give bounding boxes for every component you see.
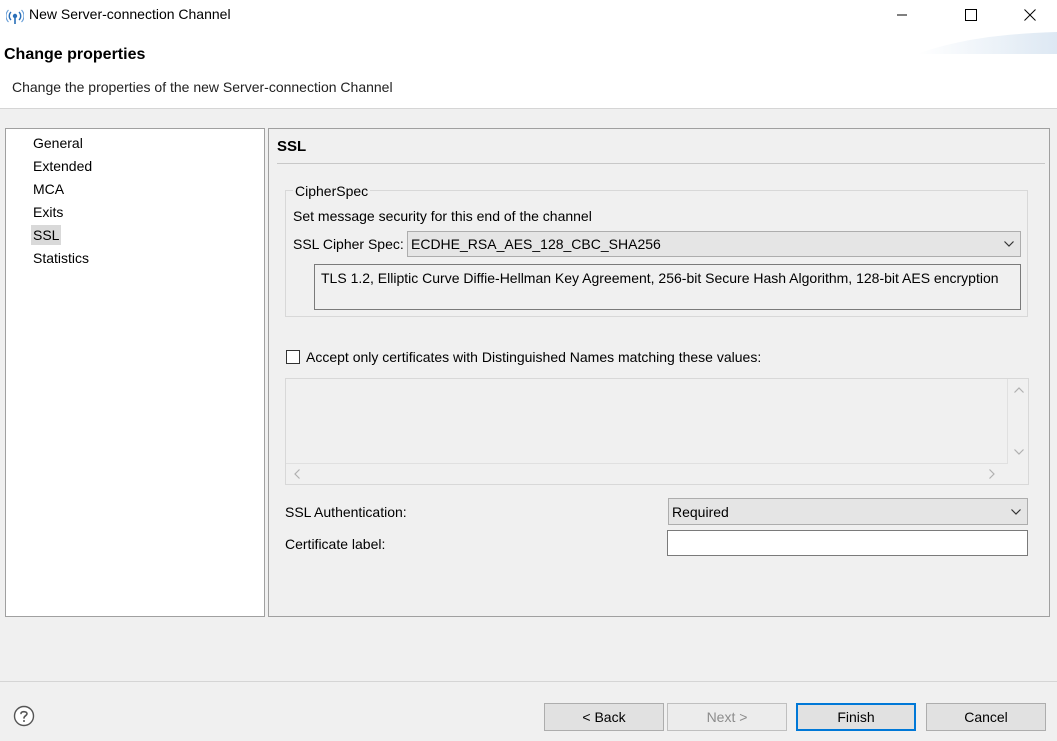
horizontal-scrollbar[interactable] bbox=[286, 463, 1008, 484]
ssl-authentication-value: Required bbox=[672, 503, 729, 520]
dn-filter-label[interactable]: Accept only certificates with Distinguis… bbox=[306, 349, 761, 365]
footer-separator bbox=[0, 681, 1057, 682]
minimize-button[interactable] bbox=[879, 0, 925, 30]
maximize-button[interactable] bbox=[948, 0, 994, 30]
tree-item-statistics[interactable]: Statistics bbox=[31, 248, 91, 268]
tree-item-mca[interactable]: MCA bbox=[31, 179, 66, 199]
ssl-authentication-dropdown[interactable]: Required bbox=[668, 498, 1028, 525]
page-title: Change properties bbox=[4, 46, 146, 63]
tree-item-exits[interactable]: Exits bbox=[31, 202, 65, 222]
back-button[interactable]: < Back bbox=[544, 703, 664, 731]
tree-item-ssl[interactable]: SSL bbox=[31, 225, 62, 245]
close-icon bbox=[1024, 9, 1036, 21]
ssl-properties-panel: SSL CipherSpec Set message security for … bbox=[268, 128, 1050, 617]
cipher-spec-description: TLS 1.2, Elliptic Curve Diffie-Hellman K… bbox=[314, 264, 1021, 310]
scroll-up-icon[interactable] bbox=[1014, 387, 1024, 393]
cipherspec-legend: CipherSpec bbox=[293, 183, 371, 199]
tree-item-general[interactable]: General bbox=[31, 133, 85, 153]
scroll-left-icon[interactable] bbox=[294, 469, 300, 479]
dn-values-list[interactable] bbox=[285, 378, 1029, 485]
chevron-down-icon bbox=[1011, 508, 1021, 515]
cipher-spec-label: SSL Cipher Spec: bbox=[293, 236, 404, 252]
minimize-icon bbox=[897, 14, 907, 16]
panel-title: SSL bbox=[277, 138, 307, 155]
certificate-label-label: Certificate label: bbox=[285, 536, 386, 552]
maximize-icon bbox=[965, 9, 977, 21]
title-bar: New Server-connection Channel bbox=[0, 0, 1057, 30]
help-icon[interactable] bbox=[13, 705, 35, 727]
close-button[interactable] bbox=[1007, 0, 1053, 30]
cancel-button[interactable]: Cancel bbox=[926, 703, 1046, 731]
certificate-label-input[interactable] bbox=[667, 530, 1028, 556]
panel-title-divider bbox=[277, 163, 1045, 164]
property-category-tree[interactable]: General Extended MCA Exits SSL Statistic… bbox=[5, 128, 265, 617]
window-title: New Server-connection Channel bbox=[29, 6, 231, 22]
finish-button[interactable]: Finish bbox=[796, 703, 916, 731]
tree-item-extended[interactable]: Extended bbox=[31, 156, 94, 176]
ssl-authentication-label: SSL Authentication: bbox=[285, 504, 407, 520]
cipher-spec-dropdown[interactable]: ECDHE_RSA_AES_128_CBC_SHA256 bbox=[407, 231, 1021, 257]
header-banner-graphic bbox=[917, 32, 1057, 54]
scroll-right-icon[interactable] bbox=[989, 469, 995, 479]
vertical-scrollbar[interactable] bbox=[1007, 379, 1028, 463]
chevron-down-icon bbox=[1004, 241, 1014, 247]
next-button[interactable]: Next > bbox=[667, 703, 787, 731]
header-separator bbox=[0, 108, 1057, 109]
server-connection-icon bbox=[6, 9, 24, 24]
cipherspec-instruction: Set message security for this end of the… bbox=[293, 208, 592, 224]
wizard-header: Change properties Change the properties … bbox=[0, 30, 1057, 108]
scroll-down-icon[interactable] bbox=[1014, 449, 1024, 455]
page-description: Change the properties of the new Server-… bbox=[12, 79, 393, 95]
cipher-spec-value: ECDHE_RSA_AES_128_CBC_SHA256 bbox=[411, 236, 661, 252]
dn-filter-checkbox[interactable] bbox=[286, 350, 300, 364]
